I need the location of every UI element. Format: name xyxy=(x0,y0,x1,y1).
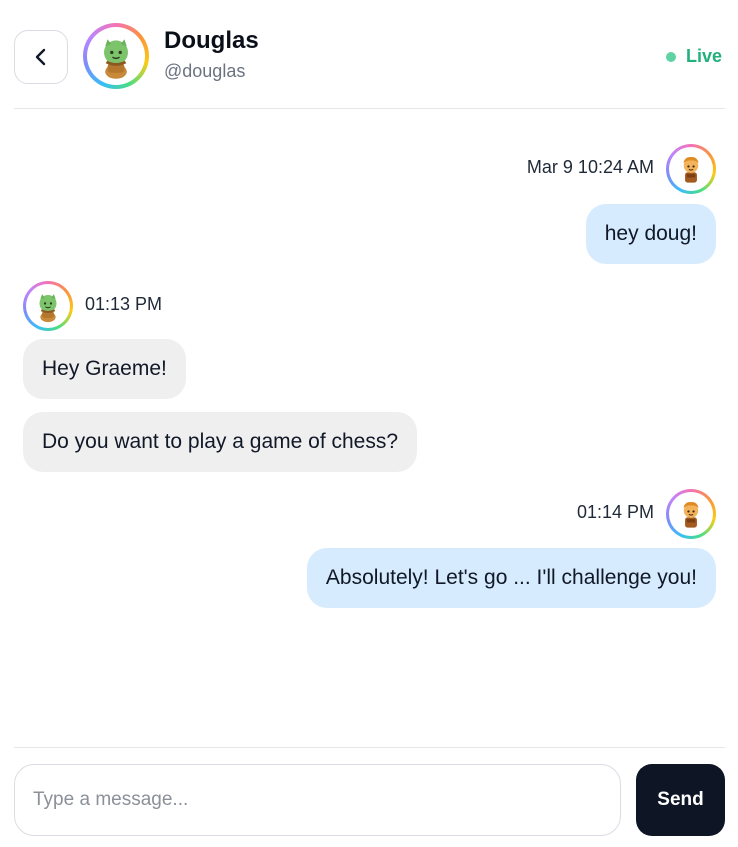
contact-avatar[interactable] xyxy=(83,23,149,89)
chevron-left-icon xyxy=(35,48,46,66)
contact-name: Douglas xyxy=(164,27,259,54)
message-bubble-outgoing: Absolutely! Let's go ... I'll challenge … xyxy=(306,548,716,608)
message-timestamp: 01:13 PM xyxy=(85,294,163,314)
message-composer: Send xyxy=(14,747,725,847)
message-timestamp: Mar 9 10:24 AM xyxy=(526,157,654,177)
sender-avatar xyxy=(666,144,716,194)
message-bubble-incoming: Do you want to play a game of chess? xyxy=(23,412,418,472)
green-creature-avatar-icon xyxy=(31,289,65,323)
green-creature-avatar-icon xyxy=(92,32,140,80)
orange-character-avatar-icon xyxy=(674,497,708,531)
chat-header: Douglas @douglas Live xyxy=(14,0,725,109)
status-badge: Live xyxy=(665,46,722,67)
orange-character-avatar-icon xyxy=(674,152,708,186)
status-text: Live xyxy=(685,46,722,66)
message-bubble-incoming: Hey Graeme! xyxy=(23,339,186,399)
contact-message-avatar xyxy=(23,281,73,331)
message-input[interactable] xyxy=(14,764,621,836)
live-dot-icon xyxy=(665,51,676,62)
back-button[interactable] xyxy=(14,30,68,84)
send-button[interactable]: Send xyxy=(636,764,725,836)
message-bubble-outgoing: hey doug! xyxy=(585,204,716,264)
sender-avatar xyxy=(666,489,716,539)
contact-handle: @douglas xyxy=(164,61,246,81)
message-timestamp: 01:14 PM xyxy=(576,502,654,522)
